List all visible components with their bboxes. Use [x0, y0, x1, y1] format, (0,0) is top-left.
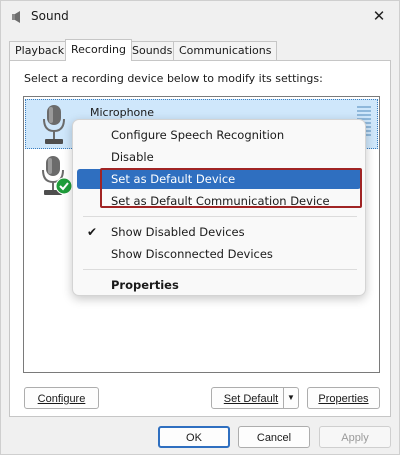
window-title: Sound — [31, 9, 69, 23]
chevron-down-icon[interactable]: ▼ — [283, 388, 298, 408]
title-bar: Sound ✕ — [1, 1, 399, 33]
configure-button[interactable]: Configure — [24, 387, 99, 409]
apply-button[interactable]: Apply — [319, 426, 391, 448]
device-name: Microphone — [90, 106, 155, 119]
properties-button[interactable]: Properties — [307, 387, 380, 409]
properties-label: Properties — [318, 393, 369, 405]
tab-communications[interactable]: Communications — [173, 41, 278, 60]
tab-playback[interactable]: Playback — [9, 41, 71, 60]
menu-separator — [83, 269, 357, 270]
menu-item-show-disconnected-devices[interactable]: Show Disconnected Devices — [77, 244, 361, 264]
highlight-annotation-box — [100, 168, 362, 208]
set-default-label: Set Default — [223, 393, 279, 405]
close-button[interactable]: ✕ — [365, 4, 393, 28]
checkmark-icon: ✔ — [87, 225, 98, 239]
cancel-button[interactable]: Cancel — [238, 426, 310, 448]
configure-label: Configure — [37, 393, 86, 405]
menu-item-show-disabled-devices[interactable]: ✔ Show Disabled Devices — [77, 222, 361, 242]
sound-dialog: Sound ✕ Playback Recording Sounds Commun… — [0, 0, 400, 455]
tab-recording[interactable]: Recording — [65, 39, 133, 61]
green-check-icon — [55, 177, 73, 195]
ok-button[interactable]: OK — [158, 426, 230, 448]
microphone-icon — [43, 105, 65, 144]
menu-item-label: Show Disabled Devices — [111, 225, 245, 239]
speaker-icon — [12, 11, 20, 23]
menu-item-disable[interactable]: Disable — [77, 147, 361, 167]
menu-item-configure-speech-recognition[interactable]: Configure Speech Recognition — [77, 125, 361, 145]
set-default-button[interactable]: Set Default ▼ — [211, 387, 299, 409]
instruction-text: Select a recording device below to modif… — [24, 72, 323, 85]
menu-separator — [83, 216, 357, 217]
menu-item-properties[interactable]: Properties — [77, 275, 361, 295]
tab-sounds[interactable]: Sounds — [126, 41, 179, 60]
